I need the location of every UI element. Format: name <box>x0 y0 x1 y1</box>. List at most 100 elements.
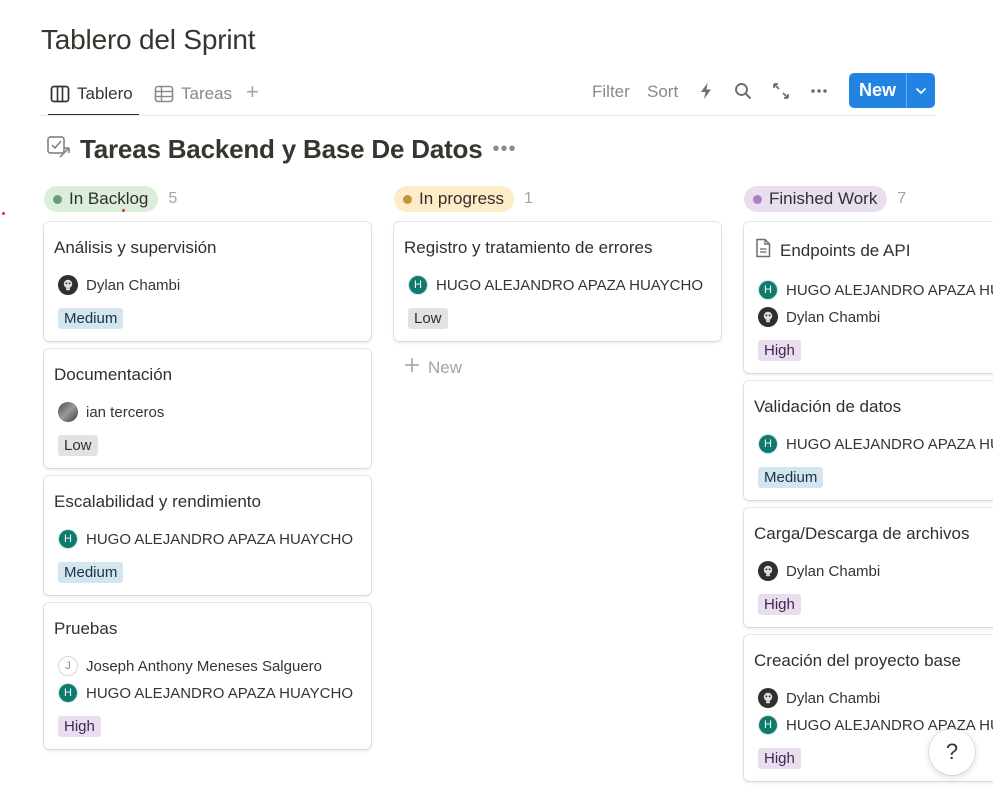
avatar-initial: J <box>65 660 71 672</box>
assignee-name: Dylan Chambi <box>786 562 881 580</box>
task-card[interactable]: Registro y tratamiento de errores H HUGO A… <box>394 222 721 341</box>
filter-button[interactable]: Filter <box>592 82 630 102</box>
avatar-initial: H <box>64 533 72 545</box>
avatar <box>758 561 778 581</box>
page-icon <box>754 238 772 263</box>
lightning-icon[interactable] <box>695 80 717 102</box>
assignee-name: HUGO ALEJANDRO APAZA HUAYCHO <box>86 530 354 548</box>
card-title-row: Registro y tratamiento de errores <box>404 238 711 258</box>
avatar: H <box>758 434 778 454</box>
priority-tag: Medium <box>58 308 124 329</box>
assignee-name: HUGO ALEJANDRO APAZA HUAYCHO <box>436 276 704 294</box>
tab-tareas[interactable]: Tareas <box>154 80 232 108</box>
new-button[interactable]: New <box>849 73 935 108</box>
view-bar-divider <box>40 115 935 116</box>
priority-tag: High <box>758 594 801 615</box>
assignee-name: Dylan Chambi <box>786 308 881 326</box>
task-card[interactable]: Validación de datos H HUGO ALEJANDRO APAZA… <box>744 381 993 500</box>
page: Tablero del Sprint Tablero Tareas + Filt… <box>0 0 993 802</box>
avatar: H <box>758 715 778 735</box>
add-card-button[interactable]: New <box>394 357 722 378</box>
card-title: Registro y tratamiento de errores <box>404 238 653 257</box>
linked-database-icon[interactable] <box>46 134 72 165</box>
chevron-down-icon[interactable] <box>907 87 935 95</box>
assignee: Dylan Chambi <box>54 275 361 295</box>
add-view-plus-icon[interactable]: + <box>246 80 259 104</box>
column-count: 7 <box>897 190 907 207</box>
card-title: Creación del proyecto base <box>754 651 961 670</box>
assignee: Dylan Chambi <box>754 561 993 581</box>
column-count: 1 <box>524 190 533 207</box>
database-header: Tareas Backend y Base De Datos ••• <box>46 132 517 166</box>
assignee-name: ian terceros <box>86 403 165 421</box>
sort-button[interactable]: Sort <box>647 82 678 102</box>
avatar-initial: H <box>414 279 422 291</box>
status-pill[interactable]: In Backlog <box>44 186 159 212</box>
tab-label: Tablero <box>77 84 133 103</box>
card-title-row: Endpoints de API <box>754 238 993 263</box>
tab-tablero[interactable]: Tablero <box>48 80 139 116</box>
card-title: Endpoints de API <box>780 240 911 260</box>
more-icon[interactable] <box>808 80 830 102</box>
column-header: Finished Work 7 <box>744 186 993 212</box>
status-label: In progress <box>419 189 505 208</box>
task-card[interactable]: Escalabilidad y rendimiento H HUGO ALEJAND… <box>44 476 371 595</box>
avatar: H <box>58 529 78 549</box>
status-label: Finished Work <box>769 189 878 208</box>
status-dot-icon <box>753 194 762 204</box>
priority-tag: Low <box>408 308 448 329</box>
priority-tag: High <box>58 716 101 737</box>
board-column: In progress 1 Registro y tratamiento de er… <box>394 186 722 378</box>
avatar: H <box>408 275 428 295</box>
board-column: Finished Work 7 Endpoints de API H HUGO ALEJ… <box>744 186 993 789</box>
avatar <box>758 688 778 708</box>
avatar: H <box>58 683 78 703</box>
help-button[interactable]: ? <box>929 729 975 775</box>
new-button-label: New <box>858 80 896 100</box>
task-card[interactable]: Documentación ian terceros Low <box>44 349 371 468</box>
search-icon[interactable] <box>732 80 754 102</box>
priority-tag: Medium <box>758 467 824 488</box>
add-card-label: New <box>428 357 463 377</box>
board-column: In Backlog 5 Análisis y supervisión Dylan C… <box>44 186 372 757</box>
card-title-row: Carga/Descarga de archivos <box>754 524 993 544</box>
page-title: Tablero del Sprint <box>41 24 256 55</box>
priority-tag: High <box>758 340 801 361</box>
status-dot-icon <box>403 194 412 204</box>
task-card[interactable]: Endpoints de API H HUGO ALEJANDRO APAZA HU… <box>744 222 993 373</box>
status-pill[interactable]: Finished Work <box>744 186 888 212</box>
column-header: In progress 1 <box>394 186 722 212</box>
card-title-row: Escalabilidad y rendimiento <box>54 492 361 512</box>
status-label: In Backlog <box>69 189 149 208</box>
task-card[interactable]: Análisis y supervisión Dylan Chambi Medium <box>44 222 371 341</box>
card-title-row: Validación de datos <box>754 397 993 417</box>
database-title[interactable]: Tareas Backend y Base De Datos <box>80 134 483 165</box>
assignee: Dylan Chambi <box>754 307 993 327</box>
card-title: Análisis y supervisión <box>54 238 217 257</box>
assignee: H HUGO ALEJANDRO APAZA HUAYCHO <box>754 280 993 300</box>
status-pill[interactable]: In progress <box>394 186 515 212</box>
expand-icon[interactable] <box>770 80 792 102</box>
assignee-name: Dylan Chambi <box>86 276 181 294</box>
card-title: Documentación <box>54 365 173 384</box>
assignee: H HUGO ALEJANDRO APAZA HUAYCHO <box>404 275 711 295</box>
assignee: H HUGO ALEJANDRO APAZA HUAYCHO <box>54 683 361 703</box>
database-more-icon[interactable]: ••• <box>493 138 517 161</box>
card-title: Escalabilidad y rendimiento <box>54 492 261 511</box>
status-dot-icon <box>53 194 62 204</box>
card-title: Validación de datos <box>754 397 902 416</box>
assignee: H HUGO ALEJANDRO APAZA HUAYCHO <box>754 434 993 454</box>
priority-tag: High <box>758 748 801 769</box>
column-count: 5 <box>168 190 178 207</box>
table-icon <box>154 85 174 103</box>
tab-label: Tareas <box>181 84 233 103</box>
task-card[interactable]: Pruebas J Joseph Anthony Meneses Salguero H… <box>44 603 371 749</box>
priority-tag: Medium <box>58 562 124 583</box>
task-card[interactable]: Carga/Descarga de archivos Dylan Chambi Hi… <box>744 508 993 627</box>
avatar: H <box>758 280 778 300</box>
avatar <box>758 307 778 327</box>
assignee-name: HUGO ALEJANDRO APAZA HUAYCHO <box>786 281 993 299</box>
card-title: Pruebas <box>54 619 118 638</box>
avatar: J <box>58 656 78 676</box>
avatar <box>58 402 78 422</box>
